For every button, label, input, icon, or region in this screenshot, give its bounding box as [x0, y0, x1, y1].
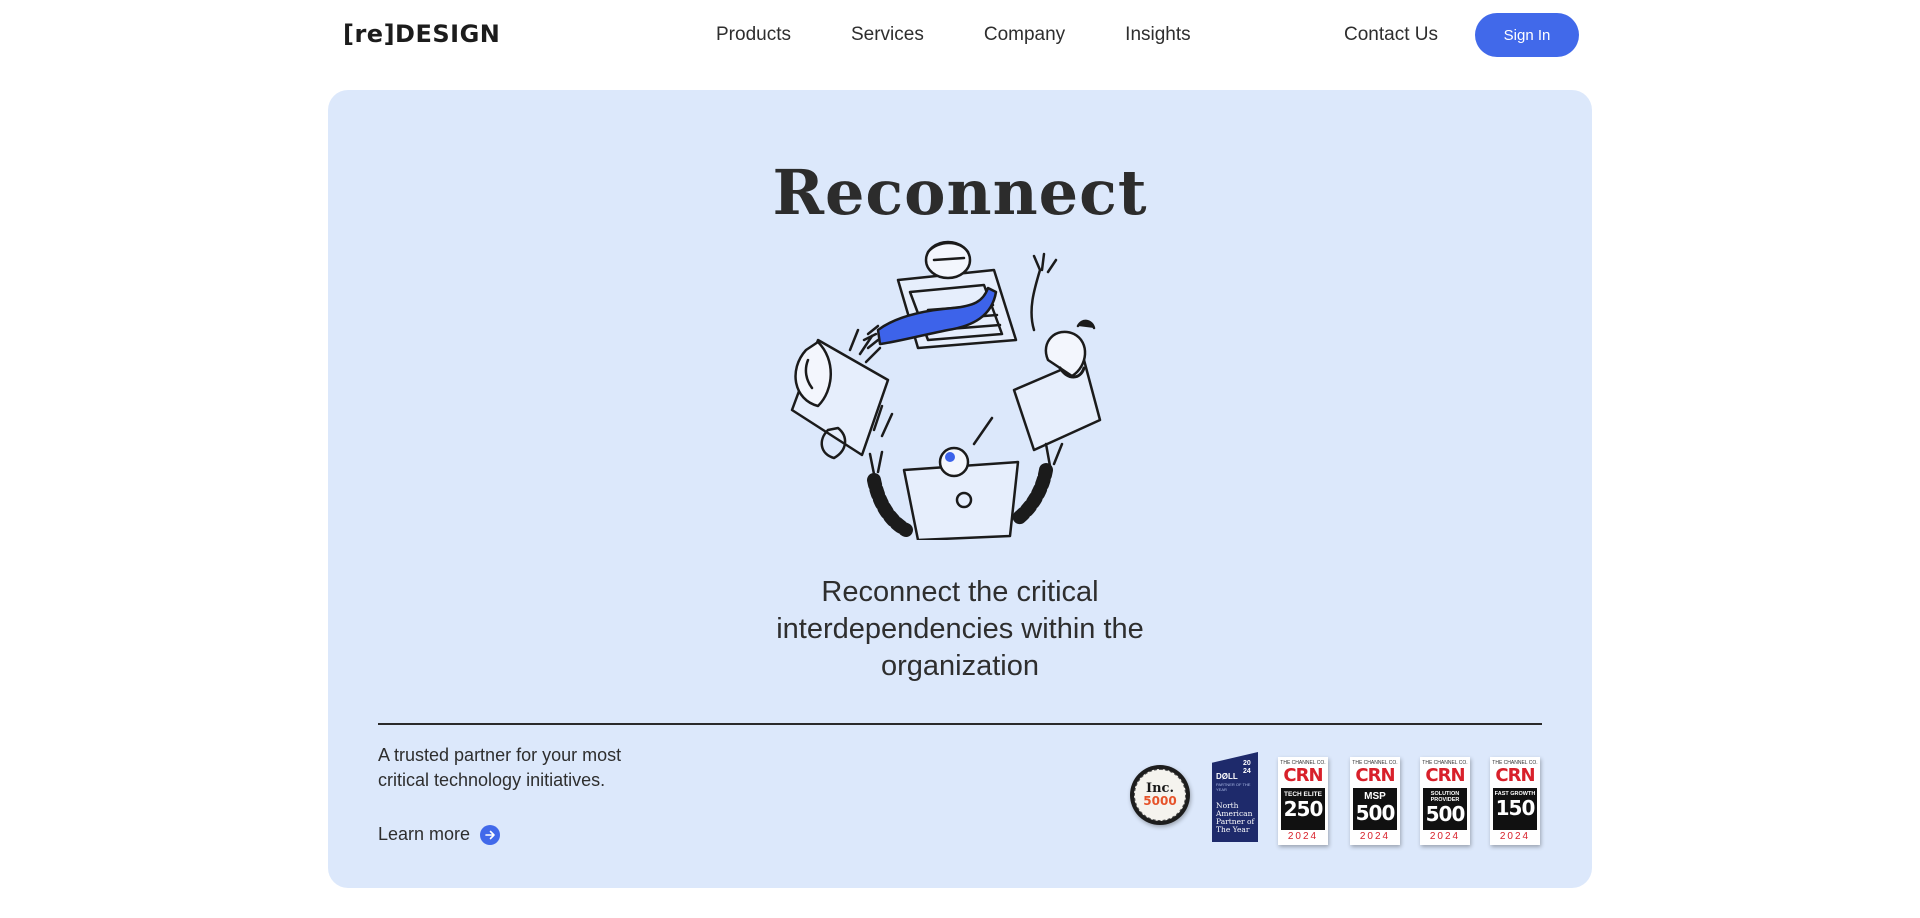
crn-label-box: FAST GROWTH 150 [1493, 788, 1537, 830]
dell-logo: DØLL [1216, 772, 1238, 781]
logo[interactable]: [re]DESIGN [343, 20, 500, 48]
crn-year: 2024 [1499, 831, 1531, 842]
top-navigation: [re]DESIGN Products Services Company Ins… [0, 0, 1920, 72]
dell-small-text: PARTNER OF THE YEAR [1216, 782, 1251, 792]
sign-in-button[interactable]: Sign In [1475, 13, 1579, 57]
crn-label-box: TECH ELITE 250 [1281, 788, 1325, 830]
inc-5000-badge: Inc. 5000 [1130, 765, 1190, 825]
learn-more-link[interactable]: Learn more [378, 824, 501, 845]
hero-title: Reconnect [772, 156, 1148, 229]
inc-number: 5000 [1143, 794, 1177, 808]
hero-subtitle: Reconnect the critical interdependencies… [776, 576, 1144, 682]
team-illustration [790, 240, 1102, 540]
crn-year: 2024 [1287, 831, 1319, 842]
learn-more-label: Learn more [378, 824, 471, 844]
nav-links: Products Services Company Insights [716, 24, 1251, 46]
contact-us-link[interactable]: Contact Us [1344, 24, 1438, 46]
crn-year: 2024 [1359, 831, 1391, 842]
nav-link-company[interactable]: Company [984, 24, 1065, 46]
trusted-partner-text: A trusted partner for your most critical… [378, 745, 622, 790]
crn-number: 500 [1425, 802, 1466, 826]
arrow-right-icon [480, 824, 501, 845]
crn-word: CRN [1495, 765, 1535, 786]
crn-number: 150 [1495, 796, 1536, 820]
dell-year: 20 24 [1243, 760, 1251, 775]
crn-year: 2024 [1429, 831, 1461, 842]
crn-number: 250 [1283, 797, 1324, 821]
nav-link-insights[interactable]: Insights [1125, 24, 1190, 46]
crn-word: CRN [1283, 765, 1323, 786]
crn-number: 500 [1355, 801, 1396, 825]
nav-link-services[interactable]: Services [851, 24, 924, 46]
crn-label-box: SOLUTION PROVIDER 500 [1423, 788, 1467, 830]
divider [378, 723, 1542, 725]
crn-fast-growth-badge: THE CHANNEL CO. CRN FAST GROWTH 150 2024 [1490, 757, 1540, 845]
dell-partner-badge: 20 24 DØLL PARTNER OF THE YEAR North Ame… [1212, 752, 1258, 842]
crn-tech-elite-badge: THE CHANNEL CO. CRN TECH ELITE 250 2024 [1278, 757, 1328, 845]
crn-label-box: MSP 500 [1353, 788, 1397, 830]
crn-msp-badge: THE CHANNEL CO. CRN MSP 500 2024 [1350, 757, 1400, 845]
crn-word: CRN [1355, 765, 1395, 786]
crn-solution-provider-badge: THE CHANNEL CO. CRN SOLUTION PROVIDER 50… [1420, 757, 1470, 845]
nav-link-products[interactable]: Products [716, 24, 791, 46]
crn-word: CRN [1425, 765, 1465, 786]
dell-award-text: North American Partner of The Year [1216, 801, 1255, 834]
hero-card: Reconnect Reconnect the critical interde… [328, 90, 1592, 888]
